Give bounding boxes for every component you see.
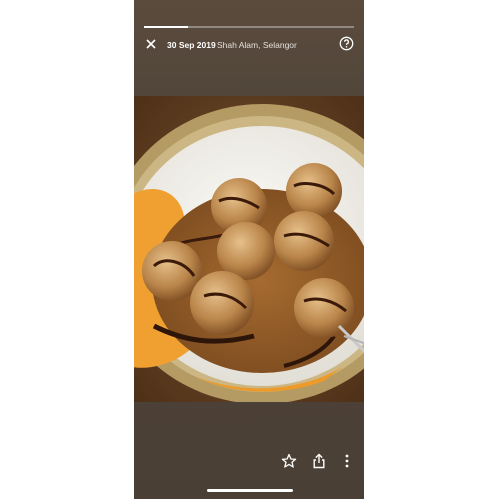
story-progress-bar: [144, 26, 354, 28]
story-header: 30 Sep 2019 Shah Alam, Selangor: [134, 34, 364, 56]
more-vertical-icon[interactable]: [338, 452, 356, 470]
story-actions: [134, 452, 364, 472]
story-viewer: 30 Sep 2019 Shah Alam, Selangor: [134, 0, 364, 499]
close-icon[interactable]: [144, 37, 158, 51]
story-date: 30 Sep 2019: [167, 40, 216, 50]
home-indicator[interactable]: [207, 489, 293, 492]
star-icon[interactable]: [280, 452, 298, 470]
share-icon[interactable]: [310, 452, 328, 470]
help-icon[interactable]: [339, 36, 354, 51]
story-photo[interactable]: [134, 96, 364, 402]
story-progress-fill: [144, 26, 189, 28]
story-location[interactable]: Shah Alam, Selangor: [217, 40, 297, 50]
food-photo: [134, 96, 364, 402]
